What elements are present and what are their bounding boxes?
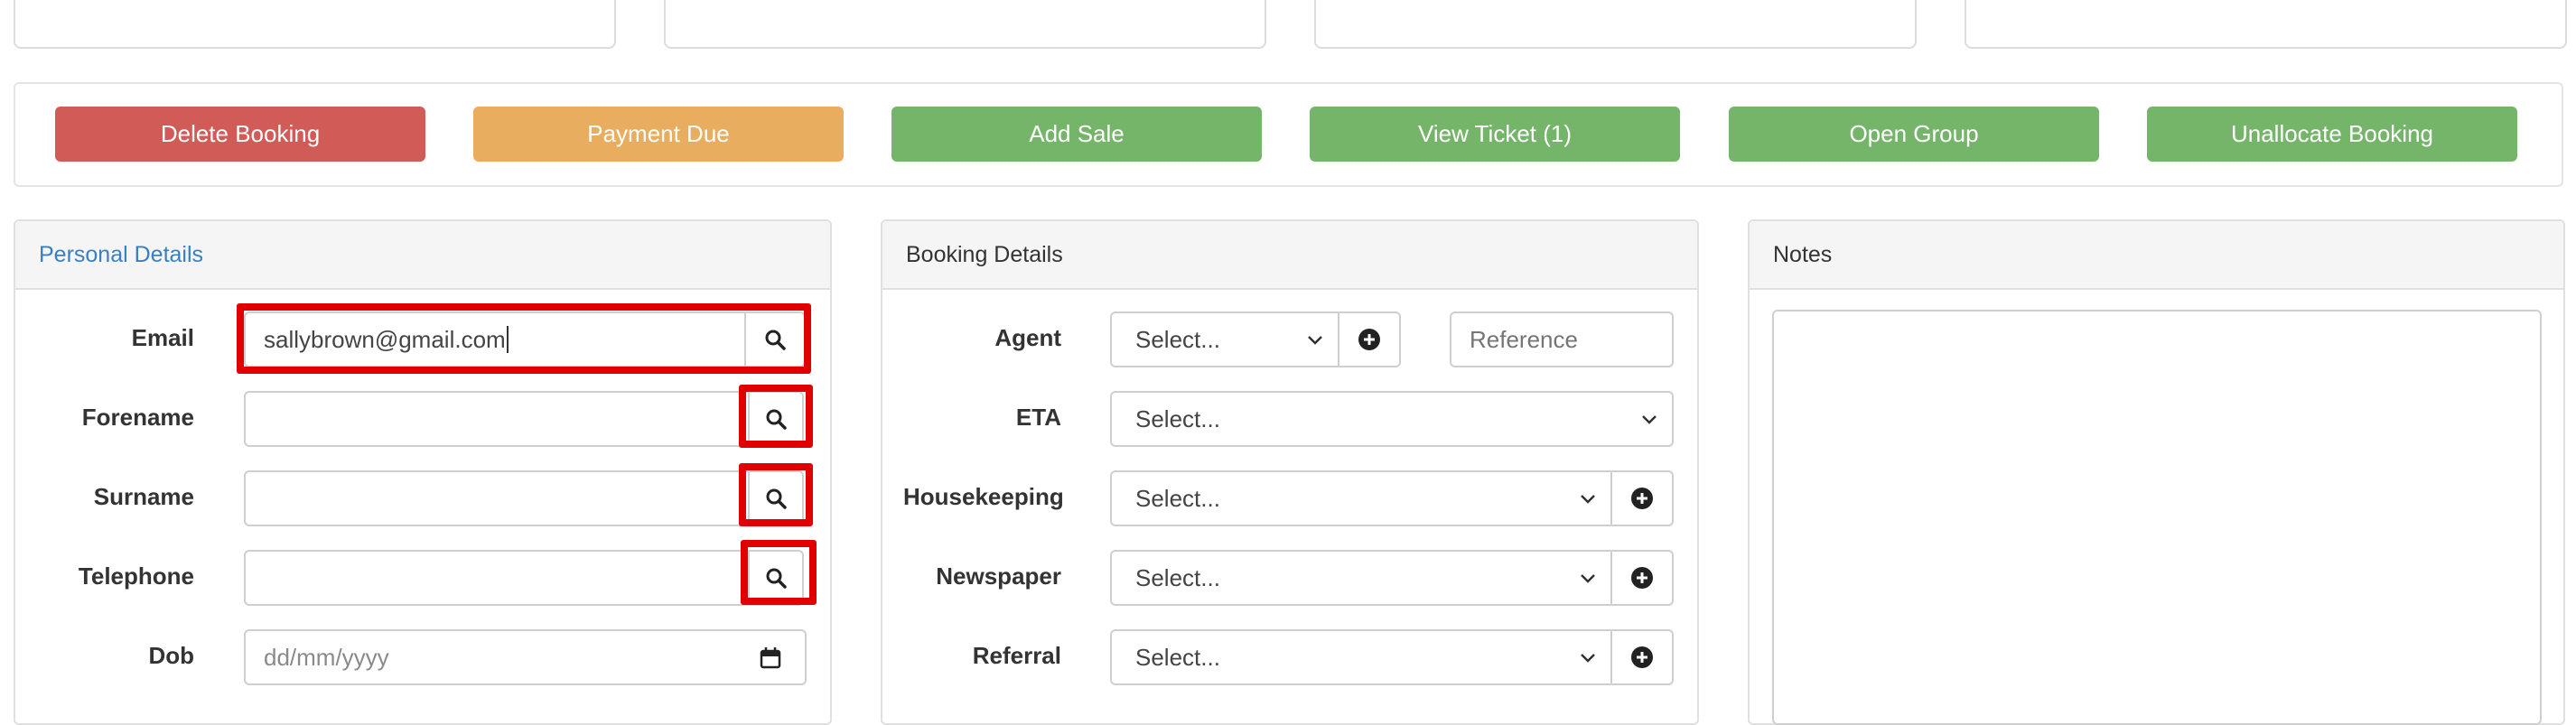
reference-input[interactable]	[1450, 311, 1674, 367]
referral-add-button[interactable]	[1610, 629, 1674, 685]
plus-circle-icon	[1358, 329, 1380, 350]
surname-label: Surname	[93, 483, 194, 510]
plus-circle-icon	[1631, 488, 1653, 509]
top-card-4	[1965, 0, 2567, 49]
newspaper-add-button[interactable]	[1610, 550, 1674, 606]
view-ticket-button[interactable]: View Ticket (1)	[1310, 107, 1680, 162]
payment-due-button[interactable]: Payment Due	[473, 107, 844, 162]
telephone-label: Telephone	[78, 562, 194, 590]
housekeeping-select-value: Select...	[1135, 484, 1220, 512]
housekeeping-label: Housekeeping	[903, 483, 1064, 510]
chevron-down-icon	[1581, 495, 1595, 504]
referral-select[interactable]: Select...	[1110, 629, 1612, 685]
dob-field[interactable]: dd/mm/yyyy	[244, 629, 807, 685]
email-label: Email	[131, 324, 194, 351]
surname-field[interactable]	[244, 470, 750, 526]
delete-booking-button[interactable]: Delete Booking	[55, 107, 425, 162]
referral-label: Referral	[972, 642, 1061, 669]
add-sale-button[interactable]: Add Sale	[891, 107, 1262, 162]
eta-label: ETA	[1015, 404, 1061, 431]
surname-highlight-box	[739, 463, 813, 526]
agent-select-value: Select...	[1135, 325, 1220, 353]
chevron-down-icon	[1308, 336, 1322, 345]
calendar-icon[interactable]	[760, 646, 781, 670]
top-card-1	[14, 0, 616, 49]
chevron-down-icon	[1581, 654, 1595, 663]
agent-label: Agent	[994, 324, 1061, 351]
open-group-button[interactable]: Open Group	[1729, 107, 2099, 162]
newspaper-select-value: Select...	[1135, 563, 1220, 591]
email-highlight-box	[237, 303, 811, 374]
housekeeping-select[interactable]: Select...	[1110, 470, 1612, 526]
personal-details-title[interactable]: Personal Details	[15, 221, 830, 290]
newspaper-select[interactable]: Select...	[1110, 550, 1612, 606]
telephone-highlight-box	[741, 540, 817, 605]
eta-select-value: Select...	[1135, 404, 1220, 432]
housekeeping-add-button[interactable]	[1610, 470, 1674, 526]
forename-highlight-box	[739, 385, 813, 448]
plus-circle-icon	[1631, 646, 1653, 668]
top-card-2	[664, 0, 1266, 49]
forename-label: Forename	[81, 404, 194, 431]
telephone-field[interactable]	[244, 550, 750, 606]
referral-select-value: Select...	[1135, 643, 1220, 671]
top-card-3	[1314, 0, 1917, 49]
newspaper-label: Newspaper	[936, 562, 1061, 590]
agent-select[interactable]: Select...	[1110, 311, 1339, 367]
unallocate-booking-button[interactable]: Unallocate Booking	[2147, 107, 2517, 162]
chevron-down-icon	[1642, 415, 1657, 424]
dob-label: Dob	[148, 642, 194, 669]
plus-circle-icon	[1631, 567, 1653, 589]
chevron-down-icon	[1581, 574, 1595, 583]
booking-details-title: Booking Details	[882, 221, 1697, 290]
notes-textarea[interactable]	[1772, 310, 2542, 725]
agent-add-button[interactable]	[1338, 311, 1401, 367]
eta-select[interactable]: Select...	[1110, 391, 1674, 447]
notes-title: Notes	[1750, 221, 2563, 290]
forename-field[interactable]	[244, 391, 750, 447]
dob-placeholder: dd/mm/yyyy	[264, 643, 389, 671]
